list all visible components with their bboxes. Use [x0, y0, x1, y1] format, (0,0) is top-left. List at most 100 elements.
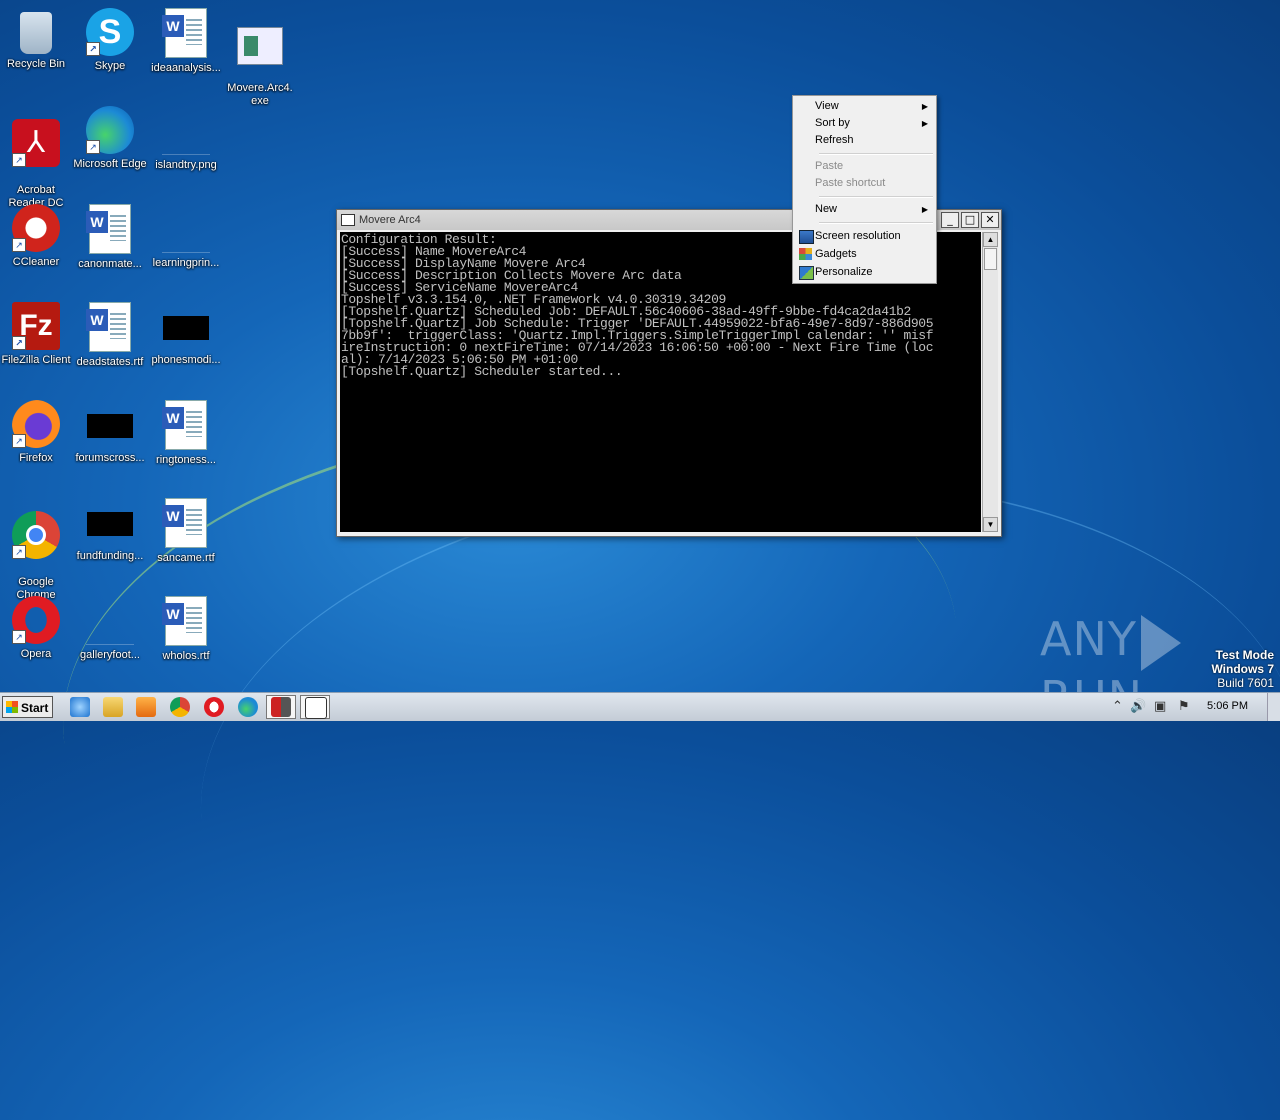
desktop-icon-ideaanalysis[interactable]: W ideaanalysis...: [148, 8, 224, 75]
build-text: Build 7601: [1217, 676, 1274, 690]
recycle-bin-icon: [20, 12, 52, 54]
opera-taskbar-icon[interactable]: [204, 697, 224, 717]
desktop-icon-canonmate[interactable]: W canonmate...: [72, 204, 148, 271]
word-document-icon: W: [162, 498, 207, 548]
scroll-down-arrow-icon[interactable]: ▼: [983, 517, 998, 532]
menu-separator: [819, 153, 933, 155]
desktop-icon-firefox[interactable]: ↗ Firefox: [0, 400, 74, 465]
word-document-icon: W: [162, 596, 207, 646]
menu-item-label: Screen resolution: [815, 230, 901, 242]
taskbar: Start ⌃ 🔊 ▣ ⚑ 5:06 PM: [0, 692, 1280, 721]
file-icon: [86, 596, 134, 645]
menu-item-paste-shortcut[interactable]: Paste shortcut: [795, 175, 934, 192]
desktop-icon-sancame[interactable]: W sancame.rtf: [148, 498, 224, 565]
menu-item-view[interactable]: View ▶: [795, 98, 934, 115]
menu-item-screen-resolution[interactable]: Screen resolution: [795, 228, 934, 245]
scroll-thumb[interactable]: [984, 248, 997, 270]
menu-item-sort-by[interactable]: Sort by ▶: [795, 115, 934, 132]
menu-item-label: Refresh: [815, 134, 854, 146]
word-document-icon: W: [162, 400, 207, 450]
show-hidden-icons-arrow-icon[interactable]: ⌃: [1112, 699, 1123, 714]
menu-item-refresh[interactable]: Refresh: [795, 132, 934, 149]
clock[interactable]: 5:06 PM: [1207, 700, 1248, 712]
desktop-icon-opera[interactable]: ↗ Opera: [0, 596, 74, 661]
menu-item-personalize[interactable]: Personalize: [795, 264, 934, 281]
file-icon: [162, 204, 210, 253]
taskbar-console-button[interactable]: [300, 695, 330, 719]
desktop-icon-label: Microsoft Edge: [73, 158, 147, 170]
shortcut-arrow-icon: ↗: [12, 630, 26, 644]
desktop-icon-label: canonmate...: [78, 258, 142, 270]
submenu-arrow-icon: ▶: [921, 119, 928, 128]
volume-icon[interactable]: 🔊: [1130, 699, 1146, 714]
chrome-icon: ↗: [12, 511, 60, 559]
test-mode-text: Test Mode: [1215, 648, 1274, 662]
executable-icon: [237, 27, 283, 65]
menu-separator: [819, 222, 933, 224]
menu-item-paste[interactable]: Paste: [795, 158, 934, 175]
internet-explorer-icon[interactable]: [70, 697, 90, 717]
desktop-icon-ringtoness[interactable]: W ringtoness...: [148, 400, 224, 467]
word-document-icon: W: [86, 204, 131, 254]
network-icon[interactable]: ▣: [1154, 699, 1166, 714]
minimize-button[interactable]: _: [941, 212, 959, 228]
menu-item-label: Paste shortcut: [815, 177, 886, 189]
desktop-icon-islandtry[interactable]: islandtry.png: [148, 106, 224, 172]
menu-item-new[interactable]: New ▶: [795, 201, 934, 218]
desktop-icon-label: forumscross...: [75, 452, 145, 464]
filezilla-icon: Fz ↗: [12, 302, 60, 350]
menu-separator: [819, 196, 933, 198]
desktop-icon-forumscross[interactable]: forumscross...: [72, 400, 148, 465]
shortcut-arrow-icon: ↗: [86, 42, 100, 56]
desktop-icon-label: wholos.rtf: [162, 650, 210, 662]
opera-icon: ↗: [12, 596, 60, 644]
image-file-icon: [162, 106, 210, 155]
edge-icon: ↗: [86, 106, 134, 154]
menu-item-gadgets[interactable]: Gadgets: [795, 246, 934, 263]
shortcut-arrow-icon: ↗: [12, 545, 26, 559]
desktop-icon-galleryfoot[interactable]: galleryfoot...: [72, 596, 148, 662]
menu-item-label: Gadgets: [815, 248, 857, 260]
desktop-icon-deadstates[interactable]: W deadstates.rtf: [72, 302, 148, 369]
desktop-icon-recycle-bin[interactable]: Recycle Bin: [0, 8, 74, 71]
chrome-taskbar-icon[interactable]: [170, 697, 190, 717]
desktop-icon-label: Opera: [20, 648, 52, 660]
media-player-icon[interactable]: [136, 697, 156, 717]
scroll-up-arrow-icon[interactable]: ▲: [983, 232, 998, 247]
submenu-arrow-icon: ▶: [921, 102, 928, 111]
maximize-button[interactable]: □: [961, 212, 979, 228]
start-button[interactable]: Start: [2, 696, 53, 718]
desktop-icon-label: learningprin...: [152, 257, 220, 269]
desktop-icon-phonesmodi[interactable]: phonesmodi...: [148, 302, 224, 367]
console-line: [Topshelf.Quartz] Scheduler started...: [341, 364, 623, 379]
close-button[interactable]: ✕: [981, 212, 999, 228]
desktop-icon-label: fundfunding...: [76, 550, 144, 562]
desktop-icon-wholos[interactable]: W wholos.rtf: [148, 596, 224, 663]
console-scrollbar[interactable]: ▲ ▼: [982, 232, 998, 532]
desktop-icon-learningprin[interactable]: learningprin...: [148, 204, 224, 270]
console-taskbar-icon: [305, 697, 327, 719]
action-center-flag-icon[interactable]: ⚑: [1178, 699, 1190, 714]
ccleaner-icon: ↗: [12, 204, 60, 252]
desktop-icon-filezilla[interactable]: Fz ↗ FileZilla Client: [0, 302, 74, 367]
desktop-icon-skype[interactable]: S ↗ Skype: [72, 8, 148, 73]
menu-item-label: New: [815, 203, 838, 215]
desktop-icon-label: ringtoness...: [156, 454, 216, 466]
desktop-icon-edge[interactable]: ↗ Microsoft Edge: [72, 106, 148, 171]
desktop-icon-label: FileZilla Client: [1, 354, 71, 366]
console-app-icon[interactable]: [341, 214, 355, 226]
file-icon: [87, 512, 133, 536]
taskbar-app-button[interactable]: [266, 695, 296, 719]
desktop-icon-fundfunding[interactable]: fundfunding...: [72, 498, 148, 563]
show-desktop-button[interactable]: [1267, 693, 1280, 721]
file-explorer-icon[interactable]: [103, 697, 123, 717]
personalize-icon: [799, 266, 814, 280]
word-document-icon: W: [162, 8, 207, 58]
desktop-icon-movere-exe[interactable]: Movere.Arc4. exe: [222, 8, 298, 121]
menu-item-label: Paste: [815, 160, 844, 172]
system-tray: ⌃ 🔊 ▣ ⚑ 5:06 PM: [1104, 693, 1280, 721]
edge-taskbar-icon[interactable]: [238, 697, 258, 717]
shortcut-arrow-icon: ↗: [12, 336, 26, 350]
desktop-icon-ccleaner[interactable]: ↗ CCleaner: [0, 204, 74, 269]
desktop-icon-label: phonesmodi...: [151, 354, 221, 366]
